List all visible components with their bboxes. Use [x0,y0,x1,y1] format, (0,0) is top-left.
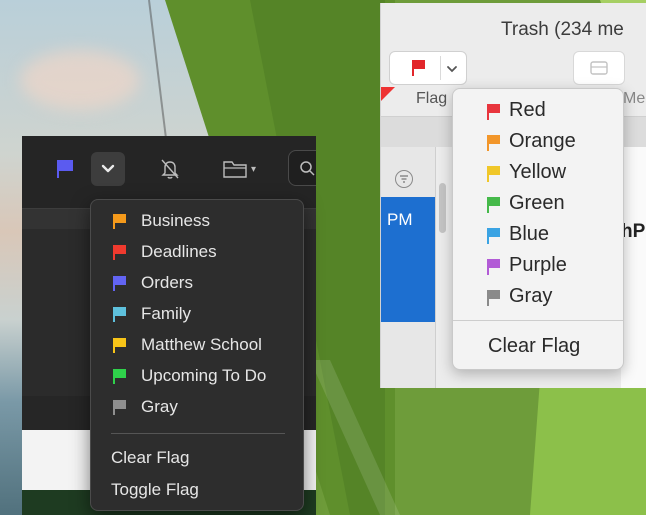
menu-item-purple[interactable]: Purple [453,252,623,278]
flag-icon [113,276,126,291]
mute-button[interactable] [157,156,183,182]
window-title: Trash (234 me [501,19,624,40]
chevron-down-icon[interactable] [446,63,458,75]
flag-color-menu-light: Red Orange Yellow Green Blue Purple Gray… [452,88,624,370]
toolbar-label-partial: Me [623,90,646,107]
flag-icon [412,60,425,76]
flag-button[interactable] [52,156,78,182]
flag-icon [487,104,500,120]
flag-icon [113,307,126,322]
button-divider [440,56,441,80]
toggle-flag-menu-item[interactable]: Toggle Flag [111,480,199,500]
filter-button[interactable] [395,170,413,188]
menu-item-blue[interactable]: Blue [453,221,623,247]
menu-item-label: Upcoming To Do [141,366,267,385]
flag-indicator [381,87,395,101]
toolbar-flag-label: Flag [416,90,448,107]
flag-icon [113,369,126,384]
chevron-down-icon [101,164,115,173]
menu-separator [111,433,285,434]
flag-icon [487,259,500,275]
menu-item-family[interactable]: Family [91,301,303,327]
menu-item-gray[interactable]: Gray [453,283,623,309]
scrollbar[interactable] [439,183,446,233]
menu-item-yellow[interactable]: Yellow [453,159,623,185]
menu-item-label: Family [141,304,192,323]
folder-icon [223,161,247,178]
cloud [20,50,140,110]
preview-text-partial: hP [621,221,646,242]
flag-icon [113,245,126,260]
menu-item-red[interactable]: Red [453,97,623,123]
flag-icon [113,338,126,353]
filter-icon [400,175,408,183]
flag-icon [113,214,126,229]
search-field[interactable] [288,150,316,186]
menu-item-label: Orange [509,130,576,152]
menu-item-green[interactable]: Green [453,190,623,216]
menu-item-label: Orders [141,273,193,292]
flag-icon [57,160,73,178]
menu-item-label: Green [509,192,565,214]
menu-item-label: Matthew School [141,335,262,354]
archive-icon [590,61,608,75]
move-to-folder-button[interactable]: ▾ [222,156,274,182]
chevron-down-icon: ▾ [251,163,257,175]
flag-icon [487,197,500,213]
menu-item-matthew-school[interactable]: Matthew School [91,332,303,358]
menu-item-gray[interactable]: Gray [91,394,303,420]
menu-item-business[interactable]: Business [91,208,303,234]
menu-item-upcoming-to-do[interactable]: Upcoming To Do [91,363,303,389]
clear-flag-menu-item[interactable]: Clear Flag [488,335,580,358]
menu-item-label: Yellow [509,161,567,183]
message-time: PM [387,210,413,229]
clear-flag-menu-item[interactable]: Clear Flag [111,448,189,468]
preview-pane [621,147,646,388]
flag-color-menu-dark: Business Deadlines Orders Family Matthew… [90,199,304,511]
archive-button[interactable] [573,51,625,85]
flag-icon [487,166,500,182]
menu-item-orange[interactable]: Orange [453,128,623,154]
menu-separator [453,320,623,321]
search-icon [300,161,315,176]
menu-item-label: Gray [141,397,178,416]
menu-item-orders[interactable]: Orders [91,270,303,296]
flag-icon [487,290,500,306]
flag-icon [487,135,500,151]
menu-item-deadlines[interactable]: Deadlines [91,239,303,265]
menu-item-label: Purple [509,254,567,276]
flag-dropdown-button[interactable] [91,152,125,186]
flag-icon [487,228,500,244]
menu-item-label: Deadlines [141,242,217,261]
bell-slash-icon [161,159,179,179]
flag-button[interactable] [389,51,467,85]
flag-icon [113,400,126,415]
menu-item-label: Blue [509,223,550,245]
menu-item-label: Gray [509,285,553,307]
menu-item-label: Red [509,99,546,121]
menu-item-label: Business [141,211,210,230]
